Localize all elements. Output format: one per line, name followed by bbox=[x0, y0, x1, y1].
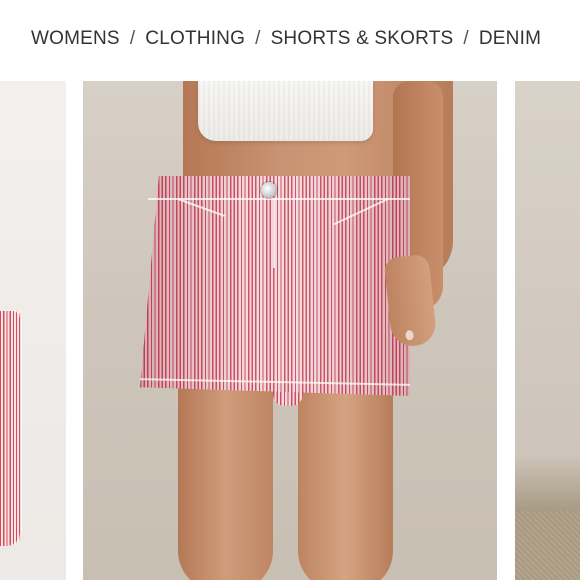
fly-seam bbox=[273, 198, 275, 268]
breadcrumb: WOMENS / CLOTHING / SHORTS & SKORTS / DE… bbox=[31, 27, 541, 51]
product-image-carousel[interactable] bbox=[0, 81, 580, 580]
breadcrumb-separator: / bbox=[129, 28, 136, 49]
model-leg-left bbox=[178, 381, 273, 580]
skort-shading bbox=[140, 176, 410, 396]
carpet-floor bbox=[515, 511, 580, 580]
breadcrumb-denim[interactable]: DENIM bbox=[479, 28, 541, 50]
waist-button-icon bbox=[261, 182, 277, 198]
breadcrumb-separator: / bbox=[463, 28, 469, 49]
product-image-next[interactable] bbox=[515, 81, 580, 580]
product-image-previous[interactable] bbox=[0, 81, 66, 580]
breadcrumb-shorts-skorts[interactable]: SHORTS & SKORTS bbox=[271, 28, 454, 50]
model-leg-right bbox=[298, 381, 393, 580]
skort-photo-fragment bbox=[0, 311, 22, 546]
product-image-current[interactable] bbox=[83, 81, 497, 580]
skort-waistband bbox=[148, 176, 410, 200]
fingernail bbox=[405, 329, 415, 341]
white-crop-top bbox=[198, 81, 373, 141]
breadcrumb-womens[interactable]: WOMENS bbox=[31, 28, 120, 50]
breadcrumb-clothing[interactable]: CLOTHING bbox=[145, 28, 245, 50]
breadcrumb-separator: / bbox=[255, 28, 261, 49]
